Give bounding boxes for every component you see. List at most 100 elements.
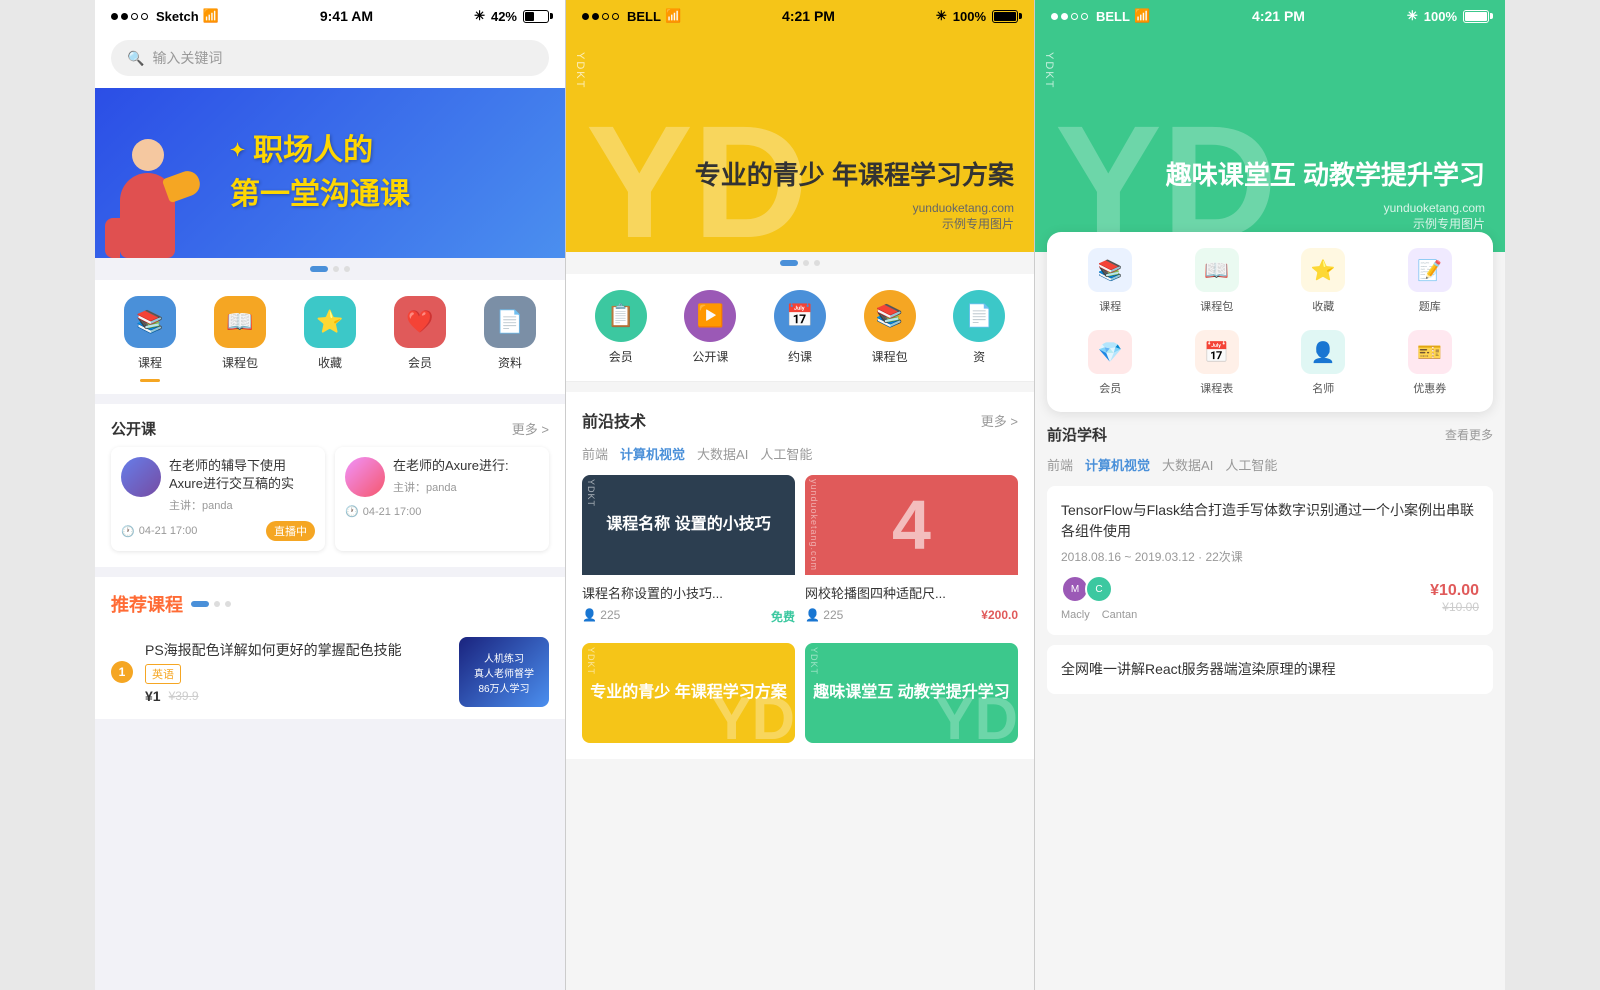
banner2-ydkt-text: YDKT (574, 52, 586, 89)
filter-tabs-2: 前端 计算机视觉 大数据AI 人工智能 (582, 444, 1018, 463)
recommend-item-1[interactable]: 1 PS海报配色详解如何更好的掌握配色技能 英语 ¥1 ¥39.9 人机练习真人… (95, 625, 565, 719)
filter-cv[interactable]: 计算机视觉 (620, 444, 685, 463)
nav3-item-quiz[interactable]: 📝 题库 (1383, 248, 1478, 314)
clock-icon-2: 🕐 (345, 505, 359, 518)
tech-section-more[interactable]: 更多 > (981, 411, 1018, 430)
status-time-1: 9:41 AM (320, 8, 373, 24)
grid-info-1: 课程名称设置的小技巧... 👤 225 免费 (582, 575, 795, 633)
nav2-item-package[interactable]: 📚 课程包 (864, 290, 916, 365)
tech-section: 前沿技术 更多 > 前端 计算机视觉 大数据AI 人工智能 YDKT 课程名称 … (566, 392, 1034, 759)
filter-ai[interactable]: 人工智能 (760, 444, 812, 463)
subject-card-2[interactable]: 全网唯一讲解React服务器端渲染原理的课程 (1047, 645, 1493, 694)
nav3-item-coupon[interactable]: 🎫 优惠券 (1383, 330, 1478, 396)
tech-section-header: 前沿技术 更多 > (582, 408, 1018, 432)
teacher-section-1: M C Macly Cantan (1061, 575, 1137, 621)
banner-dots-2 (566, 252, 1034, 274)
banner3-ydkt-text: YDKT (1043, 52, 1055, 89)
tech-section-title: 前沿技术 (582, 408, 646, 432)
nav3-schedule-icon: 📅 (1195, 330, 1239, 374)
subject-card-title-1: TensorFlow与Flask结合打造手写体数字识别通过一个小案例出串联各组件… (1061, 500, 1479, 542)
nav3-item-course[interactable]: 📚 课程 (1063, 248, 1158, 314)
nav2-item-public[interactable]: ▶️ 公开课 (684, 290, 736, 365)
white-nav-card: 📚 课程 📖 课程包 ⭐ 收藏 📝 题库 💎 (1047, 232, 1493, 412)
grid-card-3[interactable]: YDKT YD 专业的青少 年课程学习方案 (582, 643, 795, 743)
course-cards: 在老师的辅导下使用Axure进行交互稿的实 主讲：panda 🕐 04-21 1… (95, 447, 565, 567)
subject-filter-ai[interactable]: 人工智能 (1225, 455, 1277, 474)
price-current-1: ¥1 (145, 688, 161, 704)
banner-dots-1 (95, 258, 565, 280)
signal-dot-empty (131, 13, 138, 20)
subject-header: 前沿学科 查看更多 (1047, 424, 1493, 445)
nav2-item-booking[interactable]: 📅 约课 (774, 290, 826, 365)
course-card-1[interactable]: 在老师的辅导下使用Axure进行交互稿的实 主讲：panda 🕐 04-21 1… (111, 447, 325, 551)
student-count-1: 225 (600, 608, 620, 622)
wifi-icon-2: 📶 (665, 8, 681, 24)
bluetooth-icon: ✳ (474, 8, 485, 24)
nav3-item-vip[interactable]: 💎 会员 (1063, 330, 1158, 396)
nav3-item-package[interactable]: 📖 课程包 (1170, 248, 1265, 314)
wifi-icon: 📶 (203, 8, 219, 24)
grid-thumb-text-4: 趣味课堂互 动教学提升学习 (805, 674, 1017, 712)
nav-item-member[interactable]: ❤️ 会员 (394, 296, 446, 382)
public-course-more[interactable]: 更多 > (512, 419, 549, 438)
grid-thumb-text-1: 课程名称 设置的小技巧 (598, 506, 778, 544)
banner2-site: yunduoketang.com 示例专用图片 (695, 201, 1014, 232)
nav3-quiz-label: 题库 (1419, 298, 1441, 314)
grid-price-2: ¥200.0 (981, 608, 1018, 622)
subject-card-bottom-1: M C Macly Cantan ¥10.00 ¥10.00 (1061, 575, 1479, 621)
avatar-cantan: C (1085, 575, 1113, 603)
nav2-item-member[interactable]: 📋 会员 (595, 290, 647, 365)
course-footer-2: 🕐 04-21 17:00 (345, 505, 539, 518)
resource-label-2: 资 (973, 348, 985, 365)
nav3-row2: 💎 会员 📅 课程表 👤 名师 🎫 优惠券 (1063, 330, 1477, 396)
status-right-3: ✳ 100% (1407, 8, 1489, 24)
subject-filter-frontend[interactable]: 前端 (1047, 455, 1073, 474)
subject-section: 前沿学科 查看更多 前端 计算机视觉 大数据AI 人工智能 TensorFlow… (1047, 424, 1493, 694)
nav-icons-1: 📚 课程 📖 课程包 ⭐ 收藏 ❤️ 会员 📄 资料 (95, 280, 565, 394)
subject-more[interactable]: 查看更多 (1445, 426, 1493, 443)
nav-item-package[interactable]: 📖 课程包 (214, 296, 266, 382)
subject-filter-cv[interactable]: 计算机视觉 (1085, 455, 1150, 474)
nav3-item-favorite[interactable]: ⭐ 收藏 (1276, 248, 1371, 314)
course-time-text-2: 04-21 17:00 (363, 506, 422, 518)
subject-card-1[interactable]: TensorFlow与Flask结合打造手写体数字识别通过一个小案例出串联各组件… (1047, 486, 1493, 635)
filter-bigdata[interactable]: 大数据AI (697, 444, 748, 463)
filter-frontend[interactable]: 前端 (582, 444, 608, 463)
person-arm (105, 218, 120, 258)
banner2-title: 专业的青少 年课程学习方案 (695, 159, 1014, 193)
subject-card-date-1: 2018.08.16 ~ 2019.03.12 · 22次课 (1061, 548, 1479, 565)
nav3-favorite-icon: ⭐ (1301, 248, 1345, 292)
banner2-site-url: yunduoketang.com (695, 201, 1014, 215)
grid-card-2[interactable]: yunduoketang.com 4 网校轮播图四种适配尺... 👤 225 ¥… (805, 475, 1018, 633)
banner3-text-block: 趣味课堂互 动教学提升学习 yunduoketang.com 示例专用图片 (1166, 159, 1485, 232)
nav-item-material[interactable]: 📄 资料 (484, 296, 536, 382)
public-label-2: 公开课 (692, 348, 728, 365)
subject-filter-bigdata[interactable]: 大数据AI (1162, 455, 1213, 474)
grid-card-4[interactable]: YDKT YD 趣味课堂互 动教学提升学习 (805, 643, 1018, 743)
banner3-sub-text: 示例专用图片 (1166, 215, 1485, 232)
nav3-row1: 📚 课程 📖 课程包 ⭐ 收藏 📝 题库 (1063, 248, 1477, 314)
nav2-item-resource[interactable]: 📄 资 (953, 290, 1005, 365)
student-count-2: 225 (823, 608, 843, 622)
nav-item-favorite[interactable]: ⭐ 收藏 (304, 296, 356, 382)
nav3-course-label: 课程 (1099, 298, 1121, 314)
search-input[interactable]: 🔍 输入关键词 (111, 40, 549, 76)
dot-2 (803, 260, 809, 266)
grid-students-1: 👤 225 (582, 608, 620, 625)
signal-dot-w (1051, 13, 1058, 20)
rec-dot (214, 601, 220, 607)
status-left-1: Sketch 📶 (111, 8, 219, 24)
status-bar-3: BELL 📶 4:21 PM ✳ 100% (1035, 0, 1505, 32)
nav3-item-teacher[interactable]: 👤 名师 (1276, 330, 1371, 396)
recommend-thumb-inner-1: 人机练习真人老师督学86万人学习 (459, 637, 549, 707)
member-label-2: 会员 (609, 348, 633, 365)
grid-card-1[interactable]: YDKT 课程名称 设置的小技巧 课程名称设置的小技巧... 👤 225 免费 (582, 475, 795, 633)
course-card-2[interactable]: 在老师的Axure进行: 主讲：panda 🕐 04-21 17:00 (335, 447, 549, 551)
avatars-1: M C (1061, 575, 1137, 603)
nav-item-course[interactable]: 📚 课程 (124, 296, 176, 382)
battery-icon-2 (992, 10, 1018, 23)
nav3-item-schedule[interactable]: 📅 课程表 (1170, 330, 1265, 396)
nav-icons-2: 📋 会员 ▶️ 公开课 📅 约课 📚 课程包 📄 资 (566, 274, 1034, 382)
battery-pct-3: 100% (1424, 9, 1457, 24)
signal-dot (592, 13, 599, 20)
